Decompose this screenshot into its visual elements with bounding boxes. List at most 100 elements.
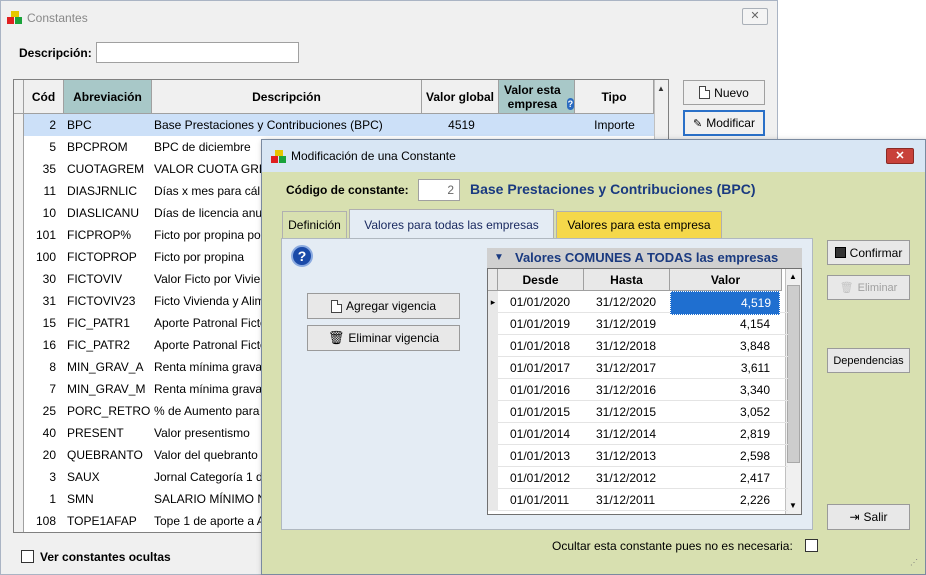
cell-desde: 01/01/2012	[510, 471, 571, 485]
cell-valor: 4,519	[670, 291, 780, 315]
cell-cod: 31	[42, 294, 56, 308]
scroll-thumb[interactable]	[787, 285, 800, 463]
cell-valor: 3,611	[740, 361, 770, 375]
row-indicator	[488, 489, 498, 511]
cell-hasta: 31/12/2017	[596, 361, 657, 375]
col-header-desde[interactable]: Desde	[498, 269, 584, 291]
table-row[interactable]: 01/01/2013 31/12/2013 2,598	[488, 445, 788, 467]
row-indicator-header	[14, 80, 24, 114]
scroll-down-icon[interactable]: ▼	[789, 501, 797, 510]
codigo-label: Código de constante:	[286, 183, 409, 197]
cell-desde: 01/01/2019	[510, 317, 571, 331]
cell-cod: 101	[35, 228, 56, 242]
cell-hasta: 31/12/2018	[596, 339, 657, 353]
table-row[interactable]: 01/01/2014 31/12/2014 2,819	[488, 423, 788, 445]
cell-tipo: Importe	[594, 118, 635, 132]
cell-hasta: 31/12/2019	[596, 317, 657, 331]
title-bar: Constantes ✕	[1, 1, 777, 33]
row-indicator	[14, 510, 24, 532]
table-row[interactable]: 01/01/2011 31/12/2011 2,226	[488, 489, 788, 511]
scroll-up-icon[interactable]: ▲	[657, 84, 665, 93]
cell-desde: 01/01/2015	[510, 405, 571, 419]
ver-ocultas-label: Ver constantes ocultas	[40, 550, 171, 564]
table-row[interactable]: ▸ 01/01/2020 31/12/2020 4,519	[488, 291, 788, 315]
eliminar-vigencia-button[interactable]: 🗑 Eliminar vigencia	[307, 325, 460, 351]
cell-cod: 108	[35, 514, 56, 528]
modificar-button[interactable]: ✎ Modificar	[683, 110, 765, 136]
cell-desde: 01/01/2014	[510, 427, 571, 441]
scroll-up-icon[interactable]: ▲	[789, 272, 797, 281]
row-indicator	[14, 378, 24, 400]
cell-abreviacion: BPCPROM	[67, 140, 128, 154]
cell-abreviacion: DIASLICANU	[67, 206, 140, 220]
cell-cod: 16	[42, 338, 56, 352]
trash-icon: 🗑	[327, 330, 345, 345]
cell-abreviacion: DIASJRNLIC	[67, 184, 138, 198]
col-header-valor-global[interactable]: Valor global	[422, 80, 499, 114]
resize-grip-icon[interactable]: ⋰	[910, 558, 918, 567]
help-icon: ?	[566, 98, 574, 110]
ocultar-checkbox[interactable]	[805, 539, 818, 552]
nuevo-button[interactable]: Nuevo	[683, 80, 765, 105]
salir-button[interactable]: ⇥ Salir	[827, 504, 910, 530]
tab-valores-todas[interactable]: Valores para todas las empresas	[349, 209, 554, 239]
col-header-tipo[interactable]: Tipo	[575, 80, 654, 114]
row-indicator	[14, 334, 24, 356]
table-row[interactable]: 01/01/2016 31/12/2016 3,340	[488, 379, 788, 401]
row-indicator	[488, 357, 498, 379]
col-header-valor-empresa[interactable]: Valor esta empresa?	[499, 80, 575, 114]
cell-hasta: 31/12/2016	[596, 383, 657, 397]
table-row[interactable]: 01/01/2015 31/12/2015 3,052	[488, 401, 788, 423]
cell-cod: 7	[49, 382, 56, 396]
cell-abreviacion: SMN	[67, 492, 94, 506]
row-indicator	[488, 423, 498, 445]
dialog-close-button[interactable]: ✕	[886, 148, 914, 164]
cell-cod: 5	[49, 140, 56, 154]
tab-definicion[interactable]: Definición	[282, 211, 347, 238]
descripcion-label: Descripción:	[19, 46, 92, 60]
cell-hasta: 31/12/2020	[596, 295, 657, 309]
row-indicator	[14, 202, 24, 224]
cell-abreviacion: PRESENT	[67, 426, 124, 440]
table-row[interactable]: 01/01/2017 31/12/2017 3,611	[488, 357, 788, 379]
eliminar-button[interactable]: 🗑 Eliminar	[827, 275, 910, 300]
table-row[interactable]: 01/01/2012 31/12/2012 2,417	[488, 467, 788, 489]
descripcion-input[interactable]	[96, 42, 299, 63]
cell-abreviacion: FICTOPROP	[67, 250, 137, 264]
confirmar-button[interactable]: Confirmar	[827, 240, 910, 265]
help-icon[interactable]: ?	[291, 245, 313, 267]
col-header-hasta[interactable]: Hasta	[584, 269, 670, 291]
grid-title-bar[interactable]: ▼ Valores COMUNES A TODAS las empresas	[487, 248, 802, 268]
table-row[interactable]: 2 BPC Base Prestaciones y Contribuciones (…	[14, 114, 654, 136]
tab-valores-esta[interactable]: Valores para esta empresa	[556, 211, 722, 238]
table-row[interactable]: 01/01/2018 31/12/2018 3,848	[488, 335, 788, 357]
cell-desde: 01/01/2016	[510, 383, 571, 397]
cell-cod: 15	[42, 316, 56, 330]
cell-abreviacion: FICPROP%	[67, 228, 132, 242]
col-header-abreviacion[interactable]: Abreviación	[64, 80, 152, 114]
row-indicator	[14, 356, 24, 378]
cell-desde: 01/01/2011	[510, 493, 570, 507]
dialog-title-bar: Modificación de una Constante ✕	[262, 140, 925, 172]
close-button[interactable]: ✕	[742, 8, 768, 25]
cell-hasta: 31/12/2012	[596, 471, 657, 485]
exit-door-icon: ⇥	[849, 510, 860, 524]
col-header-descripcion[interactable]: Descripción	[152, 80, 422, 114]
col-header-cod[interactable]: Cód	[24, 80, 64, 114]
cell-cod: 40	[42, 426, 56, 440]
cell-cod: 10	[42, 206, 56, 220]
valores-grid[interactable]: Desde Hasta Valor ▲ ▼ ▸ 01/01/2020 31/12/2…	[487, 268, 802, 515]
cell-desde: 01/01/2017	[510, 361, 571, 375]
codigo-input[interactable]: 2	[418, 179, 460, 201]
cell-abreviacion: BPC	[67, 118, 92, 132]
table-row[interactable]: 01/01/2019 31/12/2019 4,154	[488, 313, 788, 335]
agregar-vigencia-button[interactable]: Agregar vigencia	[307, 293, 460, 319]
row-indicator	[14, 246, 24, 268]
ver-ocultas-checkbox[interactable]	[21, 550, 34, 563]
collapse-triangle-icon[interactable]: ▼	[494, 248, 504, 268]
cell-cod: 35	[42, 162, 56, 176]
row-indicator	[14, 180, 24, 202]
new-document-icon	[699, 86, 711, 99]
dependencias-button[interactable]: Dependencias	[827, 348, 910, 373]
col-header-valor[interactable]: Valor	[670, 269, 782, 291]
